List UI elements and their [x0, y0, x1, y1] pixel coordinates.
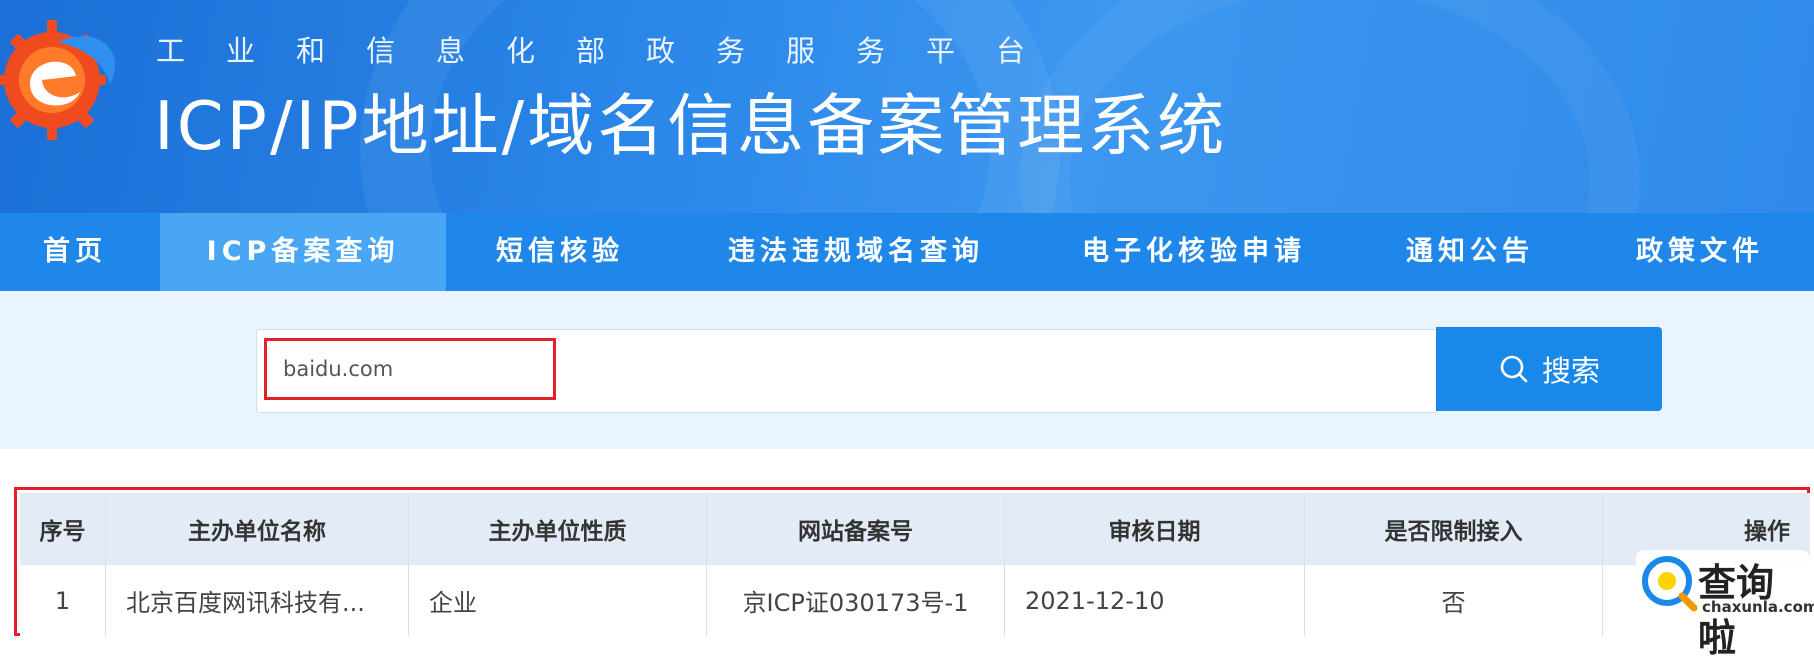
- search-input[interactable]: [264, 338, 556, 400]
- platform-subtitle: 工业和信息化部政务服务平台: [156, 34, 1067, 68]
- table-header: 序号 主办单位名称 主办单位性质 网站备案号 审核日期 是否限制接入 操作: [20, 493, 1810, 565]
- table-row: 1 北京百度网讯科技有... 企业 京ICP证030173号-1 2021-12…: [20, 565, 1810, 636]
- watermark: 查询啦 chaxunla.com: [1636, 550, 1814, 660]
- nav-item-electronic-verification[interactable]: 电子化核验申请: [1066, 213, 1322, 291]
- nav-item-illegal-domain-query[interactable]: 违法违规域名查询: [706, 213, 1006, 291]
- page-title: ICP/IP地址/域名信息备案管理系统: [154, 87, 1228, 165]
- watermark-url: chaxunla.com: [1702, 598, 1814, 616]
- access-restricted-cell: 否: [1305, 565, 1603, 636]
- search-icon: [1500, 355, 1528, 383]
- search-button[interactable]: 搜索: [1436, 327, 1662, 411]
- nav-item-home[interactable]: 首页: [0, 213, 150, 291]
- column-header-org-type: 主办单位性质: [409, 493, 707, 565]
- org-type-cell: 企业: [409, 565, 707, 636]
- nav-item-sms-verify[interactable]: 短信核验: [470, 213, 650, 291]
- main-nav: 首页 ICP备案查询 短信核验 违法违规域名查询 电子化核验申请 通知公告 政策…: [0, 213, 1814, 291]
- miit-logo-icon: [0, 20, 116, 140]
- header-banner: 工业和信息化部政务服务平台 ICP/IP地址/域名信息备案管理系统: [0, 0, 1814, 213]
- column-header-record-number: 网站备案号: [707, 493, 1005, 565]
- review-date-cell: 2021-12-10: [1005, 565, 1305, 636]
- results-table: 序号 主办单位名称 主办单位性质 网站备案号 审核日期 是否限制接入 操作 1 …: [14, 487, 1810, 636]
- row-index: 1: [20, 565, 106, 636]
- column-header-index: 序号: [20, 493, 106, 565]
- org-name-cell: 北京百度网讯科技有...: [106, 565, 409, 636]
- nav-item-icp-query[interactable]: ICP备案查询: [160, 213, 446, 291]
- column-header-review-date: 审核日期: [1005, 493, 1305, 565]
- column-header-access-restricted: 是否限制接入: [1305, 493, 1603, 565]
- column-header-org-name: 主办单位名称: [106, 493, 409, 565]
- nav-item-policy-docs[interactable]: 政策文件: [1628, 213, 1772, 291]
- nav-item-notices[interactable]: 通知公告: [1398, 213, 1542, 291]
- chaxunla-logo-icon: [1642, 556, 1698, 612]
- record-number-cell: 京ICP证030173号-1: [707, 565, 1005, 636]
- search-button-label: 搜索: [1541, 354, 1600, 388]
